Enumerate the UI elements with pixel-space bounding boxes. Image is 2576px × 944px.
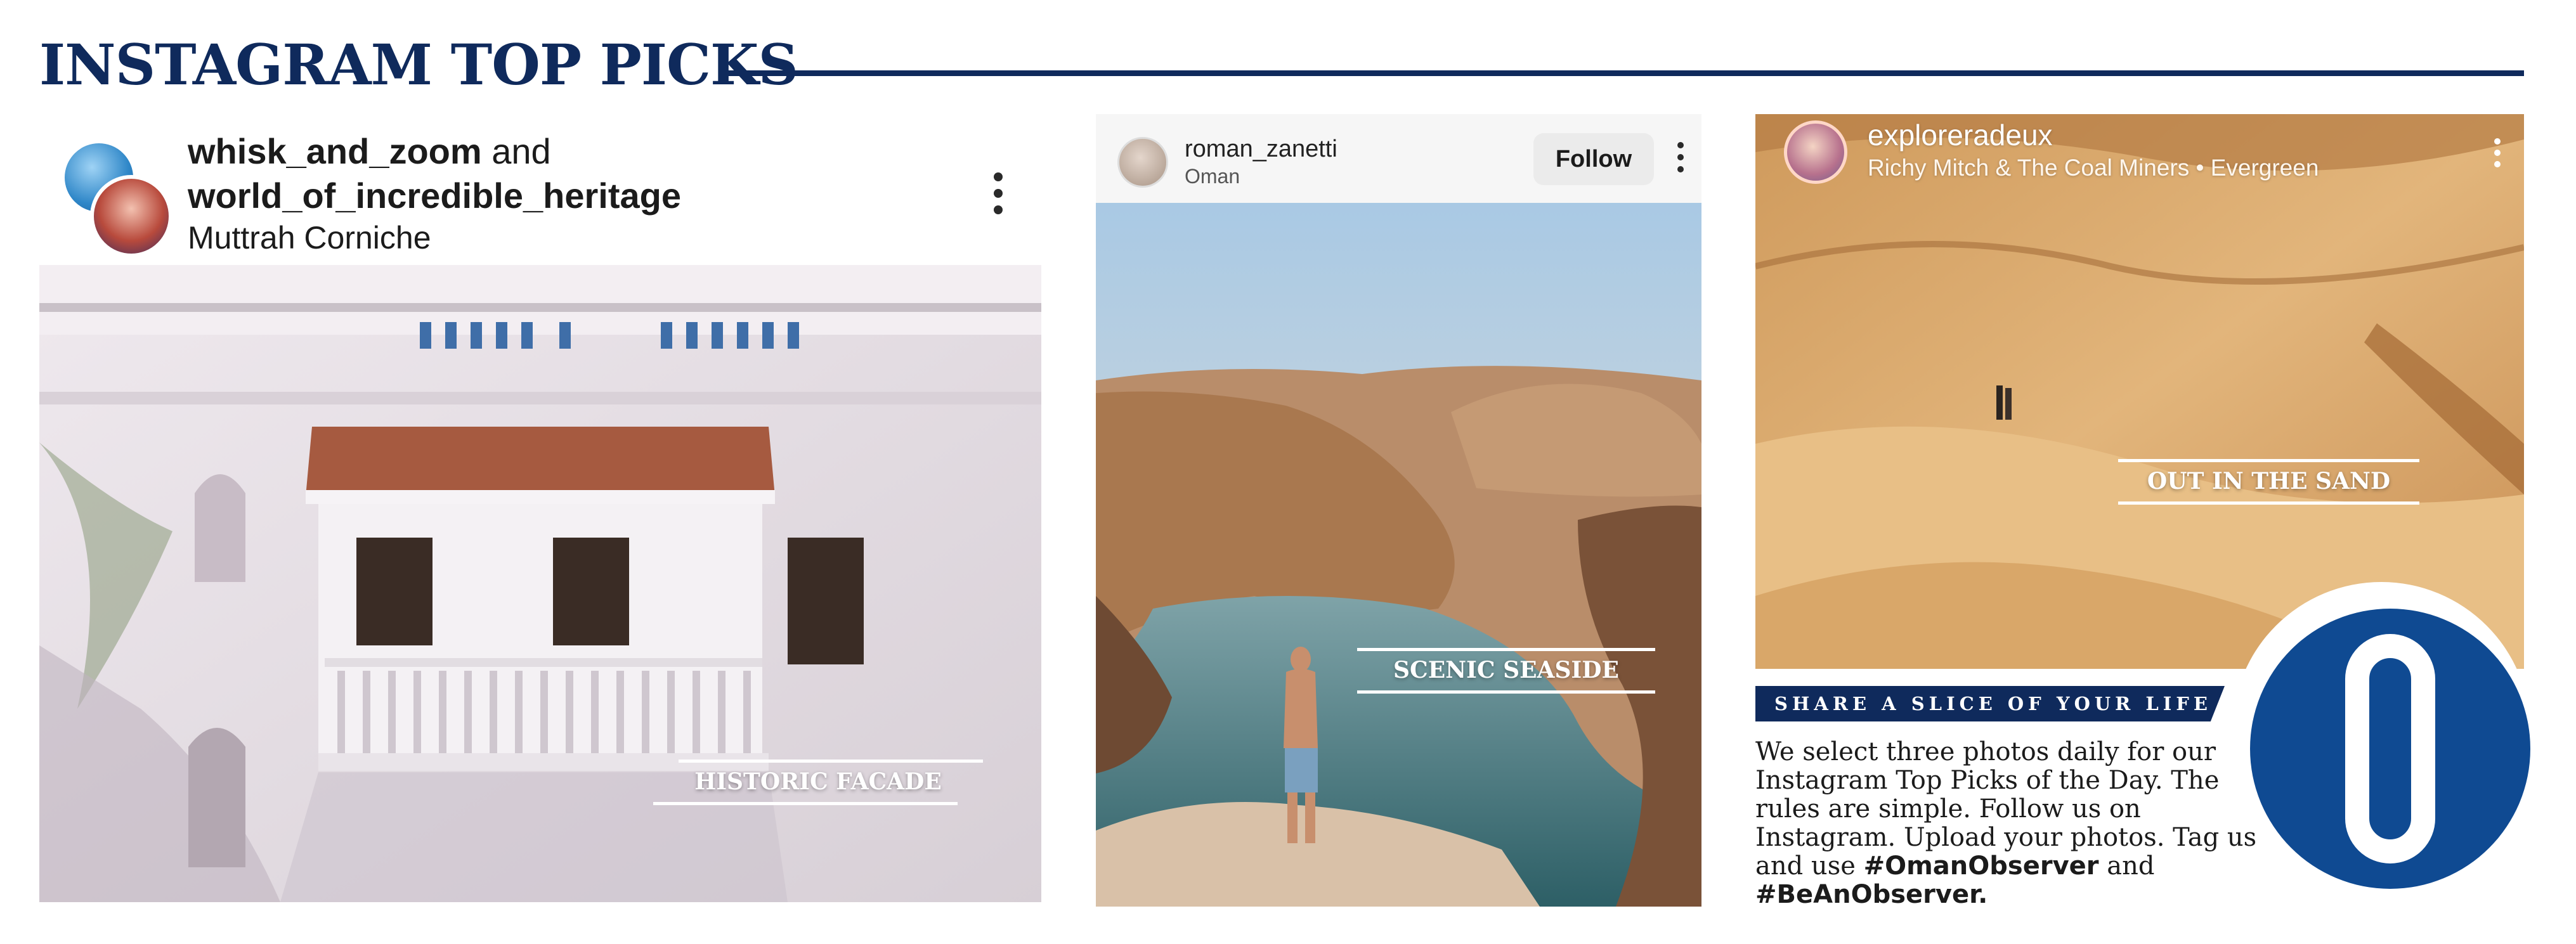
post-3-caption-text: OUT IN THE SAND	[2147, 468, 2391, 495]
caption-bottom-line	[1357, 690, 1655, 694]
post-3-caption: OUT IN THE SAND	[2118, 459, 2419, 505]
more-vertical-icon[interactable]	[992, 172, 1005, 214]
post-1-header: whisk_and_zoom and world_of_incredible_h…	[39, 120, 1041, 265]
hashtag-be-an-observer[interactable]: #BeAnObserver.	[1755, 880, 1987, 909]
share-and: and	[2107, 851, 2155, 881]
post-3-avatar[interactable]	[1784, 120, 1847, 184]
post-2-avatar[interactable]	[1117, 137, 1168, 188]
post-2-caption: SCENIC SEASIDE	[1357, 648, 1655, 694]
post-1-location[interactable]: Muttrah Corniche	[188, 218, 681, 257]
post-1-username-2[interactable]: world_of_incredible_heritage	[188, 174, 681, 218]
post-3-music-subtitle[interactable]: Richy Mitch & The Coal Miners • Evergree…	[1868, 155, 2319, 181]
post-1-joiner: and	[491, 131, 551, 171]
post-1-user-block: whisk_and_zoom and world_of_incredible_h…	[188, 129, 681, 257]
post-2-header: roman_zanetti Oman Follow	[1096, 114, 1701, 203]
title-rule	[723, 70, 2524, 76]
observer-o-logo	[2345, 634, 2435, 863]
page-title: INSTAGRAM TOP PICKS	[39, 32, 798, 98]
post-2-username[interactable]: roman_zanetti	[1185, 136, 1337, 163]
follow-button[interactable]: Follow	[1533, 133, 1654, 185]
share-body: We select three photos daily for our Ins…	[1755, 738, 2263, 909]
more-vertical-icon[interactable]	[1674, 142, 1687, 172]
post-3-username[interactable]: exploreradeux	[1868, 118, 2053, 152]
more-vertical-icon[interactable]	[2491, 138, 2504, 167]
post-2-location[interactable]: Oman	[1185, 165, 1240, 188]
post-2-photo	[1096, 203, 1701, 907]
share-banner: SHARE A SLICE OF YOUR LIFE	[1755, 686, 2225, 721]
post-1-username-1[interactable]: whisk_and_zoom	[188, 131, 482, 171]
post-1-caption: HISTORIC FACADE	[653, 760, 983, 805]
post-1-caption-text: HISTORIC FACADE	[694, 768, 942, 795]
caption-bottom-line	[653, 802, 958, 805]
post-1-photo	[39, 265, 1041, 902]
caption-bottom-line	[2118, 501, 2419, 505]
post-1-avatar-secondary[interactable]	[90, 175, 172, 257]
hashtag-oman-observer[interactable]: #OmanObserver	[1864, 851, 2099, 881]
post-2-caption-text: SCENIC SEASIDE	[1393, 657, 1619, 683]
